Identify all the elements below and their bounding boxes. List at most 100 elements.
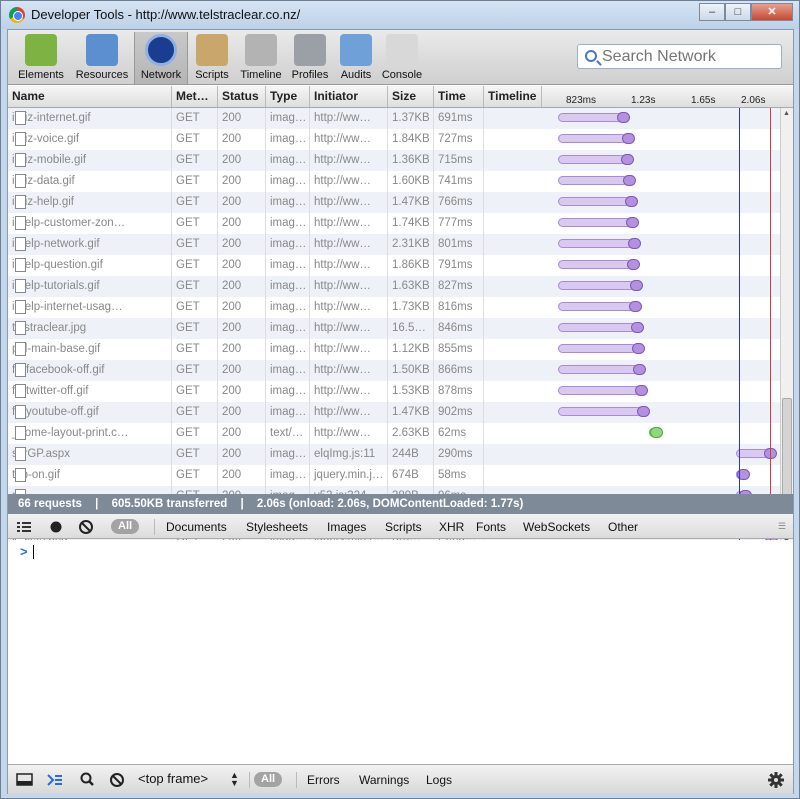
console-toggle-icon[interactable] [44, 770, 66, 790]
timeline-bar[interactable] [557, 239, 634, 248]
cell-initiator[interactable]: http://ww… [310, 381, 388, 402]
cell-initiator[interactable]: elqImg.js:11 [310, 444, 388, 465]
maximize-button[interactable]: □ [725, 3, 751, 21]
cell-initiator[interactable]: http://ww… [310, 360, 388, 381]
cell-name[interactable]: pnl-main-base.gif [8, 339, 172, 360]
network-row[interactable]: i-biz-data.gif GET 200 imag… http://ww… 1.60K… [8, 171, 780, 192]
timeline-bar[interactable] [557, 323, 637, 332]
timeline-bar[interactable] [557, 365, 639, 374]
filter-scripts[interactable]: Scripts [385, 520, 422, 534]
network-row[interactable]: i-help-network.gif GET 200 imag… http://ww… 2… [8, 234, 780, 255]
column-header-name[interactable]: Name [8, 86, 172, 107]
dock-icon[interactable] [14, 770, 36, 790]
cell-name[interactable]: i-biz-mobile.gif [8, 150, 172, 171]
cell-name[interactable]: ftr-facebook-off.gif [8, 360, 172, 381]
cell-initiator[interactable]: jquery.min.j… [310, 465, 388, 486]
cell-name[interactable]: svrGP.aspx [8, 444, 172, 465]
level-warnings[interactable]: Warnings [359, 773, 409, 787]
cell-name[interactable]: tab-on.gif [8, 465, 172, 486]
network-row[interactable]: telstraclear.jpg GET 200 imag… http://ww… 16.… [8, 318, 780, 339]
cell-initiator[interactable]: http://ww… [310, 213, 388, 234]
updown-icon[interactable]: ▲ ▼ [230, 771, 239, 788]
clear-icon[interactable] [78, 519, 94, 535]
filter-other[interactable]: Other [608, 520, 638, 534]
tool-timeline[interactable]: Timeline [236, 32, 286, 84]
scroll-up-icon[interactable]: ▲ [783, 110, 790, 117]
clear-console-icon[interactable] [106, 770, 128, 790]
filter-all[interactable]: All [111, 519, 140, 534]
cell-name[interactable]: i-biz-voice.gif [8, 129, 172, 150]
timeline-bar[interactable] [557, 386, 640, 395]
cell-name[interactable]: i-biz-internet.gif [8, 108, 172, 129]
cell-initiator[interactable]: http://ww… [310, 318, 388, 339]
filter-websockets[interactable]: WebSockets [523, 520, 590, 534]
cell-name[interactable]: i-help-customer-zon… [8, 213, 172, 234]
filter-fonts[interactable]: Fonts [476, 520, 506, 534]
column-header-time[interactable]: Time [434, 86, 484, 107]
resize-grip-icon[interactable]: ☰ [778, 521, 786, 532]
column-header-method[interactable]: Met… [172, 86, 218, 107]
timeline-bar[interactable] [557, 113, 623, 122]
column-header-initiator[interactable]: Initiator [310, 86, 388, 107]
network-row[interactable]: i-help-customer-zon… GET 200 imag… http://ww… [8, 213, 780, 234]
inspect-search-icon[interactable] [76, 770, 98, 790]
cell-initiator[interactable]: http://ww… [310, 255, 388, 276]
search-network[interactable] [577, 44, 782, 69]
cell-initiator[interactable]: http://ww… [310, 297, 388, 318]
cell-initiator[interactable]: http://ww… [310, 423, 388, 444]
network-row[interactable]: i-help-question.gif GET 200 imag… http://ww…… [8, 255, 780, 276]
network-row[interactable]: i-biz-internet.gif GET 200 imag… http://ww… 1… [8, 108, 780, 129]
cell-initiator[interactable]: http://ww… [310, 402, 388, 423]
tool-audits[interactable]: Audits [334, 32, 378, 84]
timeline-bar[interactable] [557, 197, 630, 206]
tool-scripts[interactable]: Scripts [188, 32, 236, 84]
cell-name[interactable]: i-biz-data.gif [8, 171, 172, 192]
grid-scrollbar[interactable]: ▲ ▼ [780, 108, 793, 549]
timeline-bar[interactable] [557, 344, 638, 353]
timeline-bar[interactable] [557, 260, 632, 269]
column-header-status[interactable]: Status [218, 86, 266, 107]
column-header-type[interactable]: Type [266, 86, 310, 107]
cell-name[interactable]: ftr-twitter-off.gif [8, 381, 172, 402]
timeline-bar[interactable] [557, 134, 627, 143]
search-input[interactable] [602, 48, 777, 66]
frame-selector[interactable]: <top frame> [138, 771, 208, 786]
network-row[interactable]: ftr-facebook-off.gif GET 200 imag… http://ww… [8, 360, 780, 381]
filter-xhr[interactable]: XHR [439, 520, 464, 534]
cell-name[interactable]: i-help-tutorials.gif [8, 276, 172, 297]
network-row[interactable]: pnl-main-base.gif GET 200 imag… http://ww… 1.… [8, 339, 780, 360]
network-row[interactable]: tab-on.gif GET 200 imag… jquery.min.j… 674B 58… [8, 465, 780, 486]
network-row[interactable]: i-help-tutorials.gif GET 200 imag… http://ww… [8, 276, 780, 297]
close-button[interactable]: ✕ [751, 3, 793, 21]
tool-profiles[interactable]: Profiles [286, 32, 334, 84]
tool-console[interactable]: Console [378, 32, 426, 84]
console-filter-all[interactable]: All [254, 772, 283, 787]
filter-images[interactable]: Images [327, 520, 366, 534]
tool-resources[interactable]: Resources [70, 32, 134, 84]
cell-name[interactable]: telstraclear.jpg [8, 318, 172, 339]
timeline-bar[interactable] [557, 407, 642, 416]
settings-gear-icon[interactable] [765, 770, 787, 790]
filter-documents[interactable]: Documents [166, 520, 227, 534]
level-logs[interactable]: Logs [426, 773, 452, 787]
timeline-bar[interactable] [557, 155, 626, 164]
cell-initiator[interactable]: http://ww… [310, 150, 388, 171]
console-drawer[interactable]: > [8, 540, 793, 764]
timeline-bar[interactable] [557, 281, 636, 290]
cell-initiator[interactable]: http://ww… [310, 108, 388, 129]
filter-stylesheets[interactable]: Stylesheets [246, 520, 308, 534]
cell-initiator[interactable]: http://ww… [310, 192, 388, 213]
cell-name[interactable]: i-help-question.gif [8, 255, 172, 276]
cell-name[interactable]: _home-layout-print.c… [8, 423, 172, 444]
timeline-bar[interactable] [557, 302, 635, 311]
network-row[interactable]: i-help-internet-usag… GET 200 imag… http://w… [8, 297, 780, 318]
cell-name[interactable]: i-help-internet-usag… [8, 297, 172, 318]
tool-elements[interactable]: Elements [12, 32, 70, 84]
network-row[interactable]: ftr-twitter-off.gif GET 200 imag… http://ww…… [8, 381, 780, 402]
network-row[interactable]: ftr-youtube-off.gif GET 200 imag… http://ww…… [8, 402, 780, 423]
cell-initiator[interactable]: http://ww… [310, 276, 388, 297]
cell-initiator[interactable]: http://ww… [310, 171, 388, 192]
record-icon[interactable] [48, 519, 64, 535]
large-rows-icon[interactable] [16, 519, 32, 535]
tool-network[interactable]: Network [134, 32, 188, 84]
